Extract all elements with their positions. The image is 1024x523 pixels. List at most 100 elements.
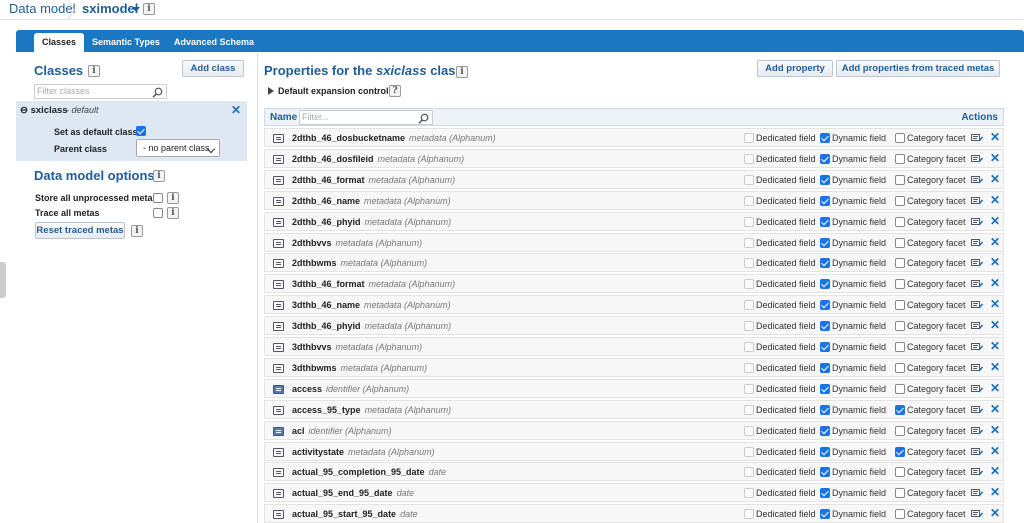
delete-icon[interactable]: ✕ <box>990 193 1000 207</box>
info-icon[interactable]: i <box>167 192 179 204</box>
property-row[interactable]: 3dthbwms metadata (Alphanum) Dedicated fie… <box>264 357 1004 377</box>
info-icon[interactable]: i <box>167 207 179 219</box>
edit-icon[interactable] <box>971 238 983 248</box>
info-icon[interactable]: i <box>456 66 468 78</box>
dynamic-field-checkbox[interactable] <box>820 383 830 394</box>
dedicated-field-checkbox[interactable] <box>744 488 754 499</box>
edit-icon[interactable] <box>971 175 983 185</box>
category-facet-checkbox[interactable] <box>895 425 905 436</box>
dedicated-field-checkbox[interactable] <box>744 321 754 332</box>
property-row[interactable]: 2dthbwms metadata (Alphanum) Dedicated fie… <box>264 253 1004 273</box>
edit-icon[interactable] <box>971 426 983 436</box>
category-facet-checkbox[interactable] <box>895 237 905 248</box>
edit-icon[interactable] <box>971 384 983 394</box>
dynamic-field-checkbox[interactable] <box>820 174 830 185</box>
category-facet-checkbox[interactable] <box>895 153 905 164</box>
info-icon[interactable]: i <box>143 3 155 15</box>
info-icon[interactable]: i <box>88 65 100 77</box>
category-facet-checkbox[interactable] <box>895 216 905 227</box>
dynamic-field-checkbox[interactable] <box>820 258 830 269</box>
category-facet-checkbox[interactable] <box>895 279 905 290</box>
property-row[interactable]: 2dthb_46_name metadata (Alphanum) Dedicate… <box>264 190 1004 210</box>
category-facet-checkbox[interactable] <box>895 321 905 332</box>
info-icon[interactable]: i <box>153 170 165 182</box>
category-facet-checkbox[interactable] <box>895 362 905 373</box>
delete-icon[interactable]: ✕ <box>990 235 1000 249</box>
property-row[interactable]: 2dthb_46_dosfileid metadata (Alphanum) Ded… <box>264 148 1004 168</box>
property-row[interactable]: acl identifier (Alphanum) Dedicated field D… <box>264 420 1004 440</box>
dedicated-field-checkbox[interactable] <box>744 153 754 164</box>
delete-icon[interactable]: ✕ <box>990 214 1000 228</box>
property-row[interactable]: 2dthb_46_dosbucketname metadata (Alphanum… <box>264 128 1004 147</box>
dynamic-field-checkbox[interactable] <box>820 216 830 227</box>
category-facet-checkbox[interactable] <box>895 509 905 520</box>
delete-icon[interactable]: ✕ <box>990 255 1000 269</box>
dedicated-field-checkbox[interactable] <box>744 174 754 185</box>
dedicated-field-checkbox[interactable] <box>744 425 754 436</box>
category-facet-checkbox[interactable] <box>895 383 905 394</box>
delete-icon[interactable]: ✕ <box>990 506 1000 520</box>
dynamic-field-checkbox[interactable] <box>820 342 830 352</box>
property-row[interactable]: access identifier (Alphanum) Dedicated fie… <box>264 378 1004 398</box>
tab-classes[interactable]: Classes <box>34 33 85 52</box>
dynamic-field-checkbox[interactable] <box>820 509 830 520</box>
delete-icon[interactable]: ✕ <box>990 318 1000 332</box>
property-row[interactable]: actual_95_end_95_date date Dedicated field… <box>264 483 1004 503</box>
breadcrumb-model-dropdown[interactable]: sximodel <box>82 1 138 16</box>
delete-icon[interactable]: ✕ <box>990 297 1000 311</box>
delete-icon[interactable]: ✕ <box>990 130 1000 144</box>
dynamic-field-checkbox[interactable] <box>820 488 830 499</box>
parent-class-select[interactable]: - no parent class <box>136 139 220 157</box>
dynamic-field-checkbox[interactable] <box>820 467 830 478</box>
delete-icon[interactable]: ✕ <box>990 172 1000 186</box>
edit-icon[interactable] <box>971 154 983 164</box>
edit-icon[interactable] <box>971 467 983 477</box>
edit-icon[interactable] <box>971 133 983 143</box>
edit-icon[interactable] <box>971 488 983 498</box>
edit-icon[interactable] <box>971 321 983 331</box>
property-row[interactable]: 2dthb_46_format metadata (Alphanum) Dedica… <box>264 169 1004 189</box>
delete-icon[interactable]: ✕ <box>990 402 1000 416</box>
edit-icon[interactable] <box>971 300 983 310</box>
tab-advanced-schema[interactable]: Advanced Schema <box>166 33 262 52</box>
add-class-button[interactable]: Add class <box>182 60 244 77</box>
delete-icon[interactable]: ✕ <box>990 423 1000 437</box>
trace-all-checkbox[interactable] <box>153 208 163 218</box>
delete-icon[interactable]: ✕ <box>990 485 1000 499</box>
property-row[interactable]: actual_95_start_95_date date Dedicated fie… <box>264 504 1004 523</box>
edit-icon[interactable] <box>971 196 983 206</box>
category-facet-checkbox[interactable] <box>895 133 905 143</box>
set-default-checkbox[interactable] <box>136 126 146 136</box>
edit-icon[interactable] <box>971 217 983 227</box>
dedicated-field-checkbox[interactable] <box>744 467 754 478</box>
tab-semantic-types[interactable]: Semantic Types <box>84 33 168 52</box>
property-row[interactable]: activitystate metadata (Alphanum) Dedicate… <box>264 441 1004 461</box>
category-facet-checkbox[interactable] <box>895 446 905 457</box>
delete-icon[interactable]: ✕ <box>990 276 1000 290</box>
dynamic-field-checkbox[interactable] <box>820 237 830 248</box>
edit-icon[interactable] <box>971 447 983 457</box>
edit-icon[interactable] <box>971 342 983 352</box>
dedicated-field-checkbox[interactable] <box>744 342 754 352</box>
category-facet-checkbox[interactable] <box>895 467 905 478</box>
dedicated-field-checkbox[interactable] <box>744 446 754 457</box>
edit-icon[interactable] <box>971 509 983 519</box>
dynamic-field-checkbox[interactable] <box>820 195 830 206</box>
dynamic-field-checkbox[interactable] <box>820 362 830 373</box>
dedicated-field-checkbox[interactable] <box>744 300 754 311</box>
add-traced-properties-button[interactable]: Add properties from traced metas <box>836 60 1000 77</box>
close-icon[interactable]: ✕ <box>231 103 241 117</box>
delete-icon[interactable]: ✕ <box>990 339 1000 353</box>
dedicated-field-checkbox[interactable] <box>744 362 754 373</box>
category-facet-checkbox[interactable] <box>895 174 905 185</box>
property-row[interactable]: access_95_type metadata (Alphanum) Dedicat… <box>264 399 1004 419</box>
property-row[interactable]: 3dthb_46_format metadata (Alphanum) Dedica… <box>264 274 1004 294</box>
chevron-down-icon[interactable] <box>132 7 140 12</box>
dedicated-field-checkbox[interactable] <box>744 133 754 143</box>
dedicated-field-checkbox[interactable] <box>744 509 754 520</box>
property-row[interactable]: 2dthbvvs metadata (Alphanum) Dedicated fie… <box>264 232 1004 252</box>
delete-icon[interactable]: ✕ <box>990 464 1000 478</box>
add-property-button[interactable]: Add property <box>757 60 833 77</box>
delete-icon[interactable]: ✕ <box>990 381 1000 395</box>
dynamic-field-checkbox[interactable] <box>820 279 830 290</box>
